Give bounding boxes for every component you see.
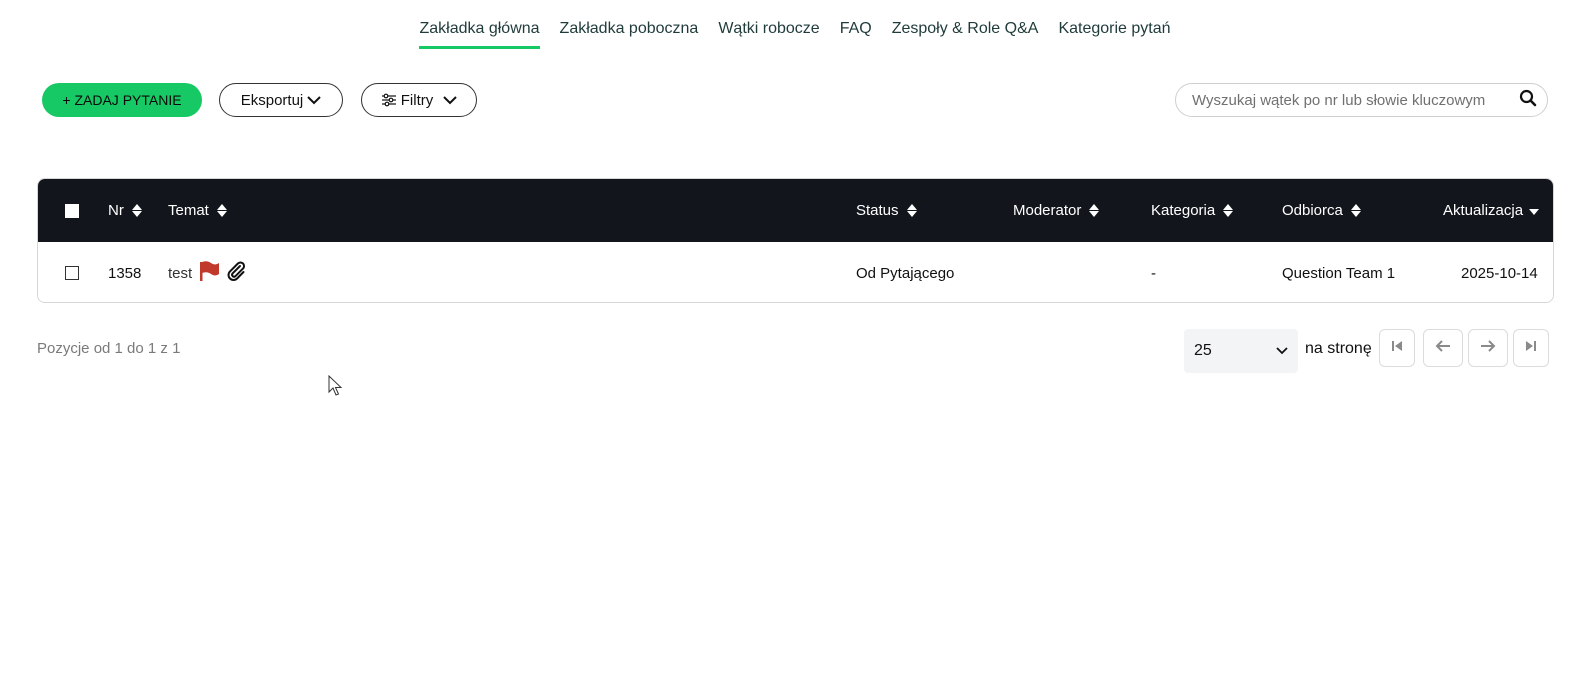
row-updated: 2025-10-14 xyxy=(1461,264,1538,282)
row-recipient: Question Team 1 xyxy=(1282,264,1396,282)
sort-icon xyxy=(1350,204,1361,217)
export-label: Eksportuj xyxy=(240,91,304,109)
next-page-button[interactable] xyxy=(1468,329,1508,367)
select-all-checkbox[interactable] xyxy=(65,179,79,242)
table-header: Nr Temat Status Moderator Kategoria Odbi… xyxy=(38,179,1553,242)
tab-teams-roles[interactable]: Zespoły & Role Q&A xyxy=(892,20,1039,49)
page-size-select[interactable]: 25 xyxy=(1184,329,1298,373)
arrow-left-icon xyxy=(1435,339,1451,358)
filters-label: Filtry xyxy=(400,91,434,109)
search-icon[interactable] xyxy=(1519,89,1537,112)
paperclip-icon xyxy=(226,261,246,285)
row-category: - xyxy=(1151,264,1156,282)
column-header-moderator[interactable]: Moderator xyxy=(1013,179,1100,242)
first-page-icon xyxy=(1390,339,1404,358)
export-button[interactable]: Eksportuj xyxy=(219,83,343,117)
column-header-category[interactable]: Kategoria xyxy=(1151,179,1234,242)
flag-icon xyxy=(198,261,220,285)
sort-icon xyxy=(216,204,227,217)
sort-icon xyxy=(1089,204,1100,217)
sort-icon xyxy=(131,204,142,217)
questions-table: Nr Temat Status Moderator Kategoria Odbi… xyxy=(37,178,1554,303)
per-page-label: na stronę xyxy=(1305,340,1372,357)
last-page-icon xyxy=(1524,339,1538,358)
search-input[interactable] xyxy=(1190,90,1519,110)
row-topic-cell: test xyxy=(168,242,246,302)
main-tabs: Zakładka główna Zakładka poboczna Wątki … xyxy=(0,20,1590,49)
last-page-button[interactable] xyxy=(1513,329,1549,367)
tab-main[interactable]: Zakładka główna xyxy=(419,20,540,49)
tab-drafts[interactable]: Wątki robocze xyxy=(718,20,819,49)
arrow-right-icon xyxy=(1480,339,1496,358)
search-box xyxy=(1175,83,1548,117)
filters-button[interactable]: Filtry xyxy=(361,83,477,117)
first-page-button[interactable] xyxy=(1379,329,1415,367)
column-header-topic[interactable]: Temat xyxy=(168,179,227,242)
row-nr: 1358 xyxy=(108,264,142,282)
mouse-pointer-icon xyxy=(328,374,343,402)
sort-icon xyxy=(906,204,917,217)
column-header-status[interactable]: Status xyxy=(856,179,917,242)
tab-secondary[interactable]: Zakładka poboczna xyxy=(560,20,699,49)
ask-question-button[interactable]: + ZADAJ PYTANIE xyxy=(42,83,202,117)
table-row[interactable]: 1358 test Od Pytającego - Question Team … xyxy=(38,242,1553,302)
chevron-down-icon xyxy=(443,95,457,105)
row-checkbox[interactable] xyxy=(65,242,79,302)
chevron-down-icon xyxy=(307,95,321,105)
column-header-recipient[interactable]: Odbiorca xyxy=(1282,179,1361,242)
sort-icon xyxy=(1223,204,1234,217)
pagination-info: Pozycje od 1 do 1 z 1 xyxy=(37,340,181,357)
tab-question-categories[interactable]: Kategorie pytań xyxy=(1058,20,1170,49)
prev-page-button[interactable] xyxy=(1423,329,1463,367)
row-status: Od Pytającego xyxy=(856,264,955,282)
chevron-down-icon xyxy=(1276,342,1288,360)
sort-desc-icon xyxy=(1529,202,1540,219)
sliders-icon xyxy=(381,93,397,107)
column-header-updated[interactable]: Aktualizacja xyxy=(1443,179,1540,242)
row-topic-link[interactable]: test xyxy=(168,265,192,282)
column-header-nr[interactable]: Nr xyxy=(108,179,142,242)
page-size-value: 25 xyxy=(1194,342,1212,359)
tab-faq[interactable]: FAQ xyxy=(840,20,872,49)
